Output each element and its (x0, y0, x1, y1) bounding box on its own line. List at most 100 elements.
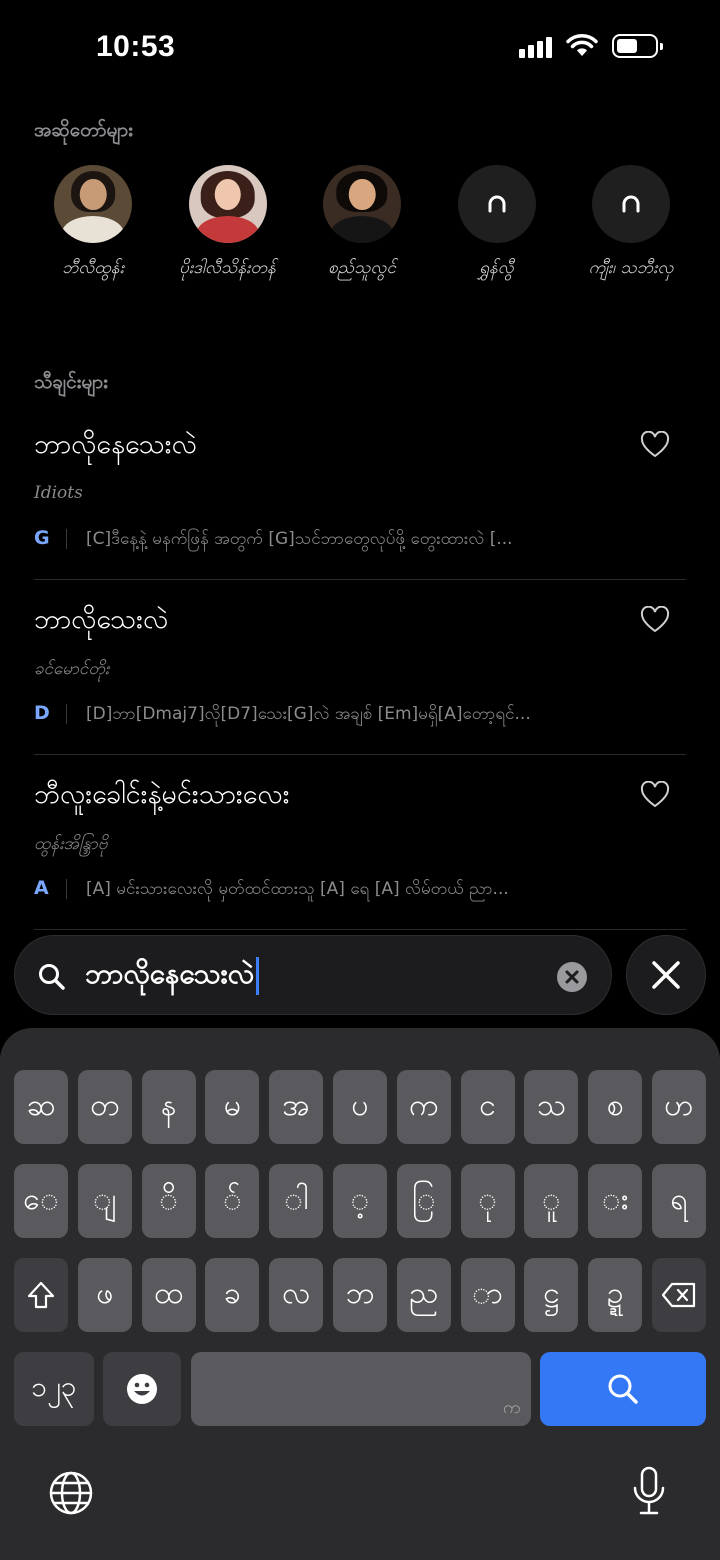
song-artist: ထွန်းအိန္ဒြာဗို (34, 834, 108, 854)
key[interactable]: ဟ (651, 1070, 706, 1144)
headphones-icon (622, 195, 640, 213)
key[interactable]: ူ (524, 1164, 579, 1238)
favorite-heart-icon[interactable] (640, 781, 670, 809)
key[interactable]: အ (269, 1070, 324, 1144)
song-lyrics-preview: [D]ဘာ[Dmaj7]လို[D7]သေး[G]လဲ အချစ် [Em]မရ… (86, 704, 531, 724)
key[interactable]: င (460, 1070, 515, 1144)
artist-item[interactable]: ရွှန်လွီ (432, 165, 562, 282)
artist-item[interactable]: ကျီး၊ သဘီးလှ (566, 165, 696, 282)
artist-avatar (54, 165, 132, 243)
search-icon (608, 1374, 638, 1404)
globe-icon[interactable] (48, 1470, 94, 1516)
numbers-key[interactable]: ၁၂၃ (14, 1352, 94, 1426)
keyboard-row-1: ဆ တ န မ အ ပ က င သ စ ဟ (14, 1070, 706, 1144)
song-key-badge: D (34, 702, 50, 724)
song-artist: Idiots (34, 483, 83, 503)
status-time: 10:53 (96, 30, 176, 63)
favorite-heart-icon[interactable] (640, 431, 670, 459)
clear-x-icon (565, 970, 579, 984)
backspace-icon (661, 1282, 696, 1308)
key[interactable]: ရ (651, 1164, 706, 1238)
song-lyrics-preview: [C]ဒီနေ့နဲ့ မနက်ဖြန် အတွက် [G]သင်ဘာတွေလု… (86, 529, 513, 549)
divider (66, 529, 67, 549)
song-item[interactable]: ဘာလိုသေးလဲ ခင်မောင်တိုး D [D]ဘာ[Dmaj7]လိ… (34, 580, 686, 755)
key[interactable]: မ (205, 1070, 260, 1144)
artist-item[interactable]: စည်သူလွင် (297, 165, 427, 282)
microphone-icon[interactable] (632, 1466, 666, 1518)
key[interactable]: ဋ္ဌ (524, 1258, 579, 1332)
artist-avatar (188, 165, 267, 243)
headphones-icon (488, 195, 505, 213)
key[interactable]: ့ (332, 1164, 387, 1238)
song-title: ဘာလိုနေသေးလဲ (34, 429, 197, 460)
artist-name: ကျီး၊ သဘီးလှ (588, 258, 674, 278)
search-input-value: ဘာလိုနေသေးလဲ (85, 957, 254, 990)
key[interactable]: ဍ္ဍ (588, 1258, 643, 1332)
text-caret (255, 957, 259, 995)
divider (66, 704, 67, 724)
status-bar: 10:53 (0, 0, 720, 100)
cellular-signal-icon (519, 34, 552, 58)
search-bar[interactable]: ဘာလိုနေသေးလဲ (14, 935, 612, 1015)
shift-key[interactable] (14, 1258, 68, 1332)
key[interactable]: ဆ (14, 1070, 68, 1144)
search-input[interactable]: ဘာလိုနေသေးလဲ (85, 954, 545, 998)
keyboard-row-2: ေ ျ ိ ် ါ ့ ြ ု ူ း ရ (14, 1164, 706, 1238)
artists-section-label: အဆိုတော်များ (34, 119, 133, 141)
space-key-sublabel: က (503, 1397, 521, 1418)
key[interactable]: း (588, 1164, 643, 1238)
key[interactable]: န (141, 1070, 196, 1144)
wifi-icon (566, 34, 598, 56)
key[interactable]: ် (205, 1164, 260, 1238)
artist-avatar-placeholder (457, 165, 536, 243)
key[interactable]: ည (396, 1258, 451, 1332)
key[interactable]: လ (269, 1258, 324, 1332)
key[interactable]: စ (588, 1070, 643, 1144)
key[interactable]: ိ (141, 1164, 196, 1238)
artist-name: စည်သူလွင် (328, 258, 396, 278)
clear-search-button[interactable] (557, 962, 587, 992)
key[interactable]: ျ (77, 1164, 132, 1238)
key[interactable]: ခ (205, 1258, 260, 1332)
key[interactable]: ထ (141, 1258, 196, 1332)
key[interactable]: တ (77, 1070, 132, 1144)
key[interactable]: ြ (396, 1164, 451, 1238)
song-item[interactable]: ဘီလူးခေါင်းနဲ့မင်းသားလေး ထွန်းအိန္ဒြာဗို… (34, 755, 686, 930)
emoji-icon (127, 1374, 158, 1404)
song-key-badge: G (34, 527, 50, 549)
key[interactable]: ာ (460, 1258, 515, 1332)
song-title: ဘီလူးခေါင်းနဲ့မင်းသားလေး (34, 779, 290, 810)
key[interactable]: ါ (269, 1164, 324, 1238)
search-key[interactable] (539, 1352, 706, 1426)
emoji-key[interactable] (103, 1352, 182, 1426)
key[interactable]: ဖ (77, 1258, 132, 1332)
artist-name: ဘီလီထွန်း (62, 258, 124, 278)
artists-row: ဘီလီထွန်း ပိုးဒါလီသိန်းတန် စည်သူလွင် ရွှ… (28, 165, 696, 282)
artist-avatar-placeholder (592, 165, 670, 243)
key[interactable]: ပ (332, 1070, 387, 1144)
songs-section-label: သီချင်းများ (34, 371, 108, 393)
song-item[interactable]: ဘာလိုနေသေးလဲ Idiots G [C]ဒီနေ့နဲ့ မနက်ဖြ… (34, 405, 686, 580)
key[interactable]: က (396, 1070, 451, 1144)
key[interactable]: ဘ (332, 1258, 387, 1332)
artist-name: ရွှန်လွီ (479, 258, 514, 278)
artist-avatar (323, 165, 401, 243)
key[interactable]: ု (460, 1164, 515, 1238)
shift-icon (27, 1281, 55, 1309)
key[interactable]: ေ (14, 1164, 68, 1238)
space-key[interactable]: က (190, 1352, 531, 1426)
song-artist: ခင်မောင်တိုး (34, 659, 110, 679)
key[interactable]: သ (524, 1070, 579, 1144)
close-icon (652, 961, 680, 989)
backspace-key[interactable] (651, 1258, 706, 1332)
divider (66, 879, 67, 899)
song-lyrics-preview: [A] မင်းသားလေးလို မှတ်ထင်ထားသူ [A] ရေ [A… (86, 879, 509, 899)
favorite-heart-icon[interactable] (640, 606, 670, 634)
artist-item[interactable]: ဘီလီထွန်း (28, 165, 158, 282)
artist-item[interactable]: ပိုးဒါလီသိန်းတန် (163, 165, 293, 282)
search-icon (39, 964, 65, 990)
song-key-badge: A (34, 877, 49, 899)
status-icons (519, 34, 663, 58)
close-search-button[interactable] (626, 935, 706, 1015)
keyboard-row-3: ဖ ထ ခ လ ဘ ည ာ ဋ္ဌ ဍ္ဍ (14, 1258, 706, 1332)
